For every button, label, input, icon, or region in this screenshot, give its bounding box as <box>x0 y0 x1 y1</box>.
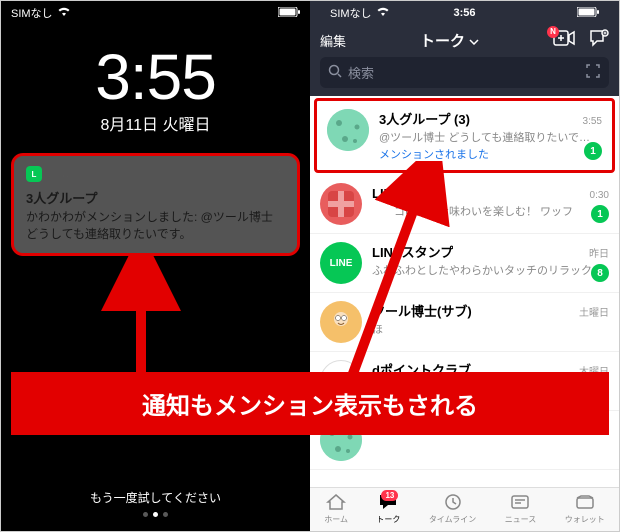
notification-when: 今 <box>274 166 285 182</box>
lock-bottom: もう一度試してください <box>1 489 310 517</box>
chat-name: 3人グループ (3) <box>379 109 470 128</box>
chat-time: 3:55 <box>583 116 602 127</box>
video-add-icon[interactable]: N <box>553 30 575 51</box>
chat-time: 昨日 <box>589 245 609 260</box>
tab-ニュース[interactable]: ニュース <box>505 492 537 525</box>
lock-time-block: 3:55 8月11日 火曜日 <box>1 45 310 135</box>
battery-icon <box>278 7 300 20</box>
tab-icon <box>575 492 595 512</box>
wifi-icon <box>57 7 71 20</box>
carrier-label: SIMなし <box>330 5 372 21</box>
search-icon <box>328 64 342 81</box>
notification-card[interactable]: L LINE 今 3人グループ かわかわがメンションしました: @ツール博士 ど… <box>11 153 300 256</box>
tab-icon <box>444 492 462 512</box>
wifi-icon <box>376 7 390 20</box>
lock-hint: もう一度試してください <box>1 489 310 506</box>
tab-label: ウォレット <box>565 514 605 525</box>
tab-トーク[interactable]: トーク 13 <box>376 492 400 525</box>
chat-time: 土曜日 <box>579 304 609 319</box>
page-dots <box>1 512 310 517</box>
lock-time: 3:55 <box>1 45 310 109</box>
chat-time: 0:30 <box>590 190 609 201</box>
page-title: トーク <box>420 30 479 51</box>
tab-ウォレット[interactable]: ウォレット <box>565 492 605 525</box>
search-input[interactable]: 検索 <box>320 57 609 88</box>
notification-app-name: LINE <box>48 168 72 180</box>
chat-preview: @ツール博士 どうしても連絡取りたいで… <box>379 129 602 145</box>
tab-icon <box>510 492 530 512</box>
battery-icon <box>577 7 599 20</box>
tab-ホーム[interactable]: ホーム <box>324 492 348 525</box>
compose-icon[interactable] <box>589 29 609 52</box>
unread-badge: 1 <box>584 142 602 160</box>
new-badge: N <box>547 26 559 38</box>
tab-bar: ホーム トーク 13 タイムライン ニュース ウォレット <box>310 487 619 531</box>
mention-label: メンションされました <box>379 146 602 162</box>
tab-label: ホーム <box>324 514 348 525</box>
unread-badge: 8 <box>591 264 609 282</box>
tab-badge: 13 <box>381 490 398 501</box>
chevron-down-icon[interactable] <box>469 32 479 49</box>
lock-date: 8月11日 火曜日 <box>1 111 310 135</box>
scan-icon[interactable] <box>585 63 601 82</box>
carrier-label: SIMなし <box>11 5 53 21</box>
notification-body: かわかわがメンションしました: @ツール博士 どうしても連絡取りたいです。 <box>26 209 285 243</box>
tab-label: トーク <box>376 514 400 525</box>
caption-banner: 通知もメンション表示もされる <box>11 372 609 435</box>
tab-icon <box>326 492 346 512</box>
status-time: 3:56 <box>453 7 475 19</box>
tab-タイムライン[interactable]: タイムライン <box>429 492 476 525</box>
search-placeholder: 検索 <box>348 63 579 82</box>
unread-badge: 1 <box>591 205 609 223</box>
app-header: SIMなし 3:56 編集 トーク <box>310 1 619 96</box>
status-bar: SIMなし <box>1 1 310 23</box>
line-app-icon: L <box>26 166 42 182</box>
edit-button[interactable]: 編集 <box>320 31 346 50</box>
tab-label: タイムライン <box>429 514 476 525</box>
tab-label: ニュース <box>505 514 537 525</box>
notification-title: 3人グループ <box>26 188 285 207</box>
avatar <box>327 109 369 151</box>
